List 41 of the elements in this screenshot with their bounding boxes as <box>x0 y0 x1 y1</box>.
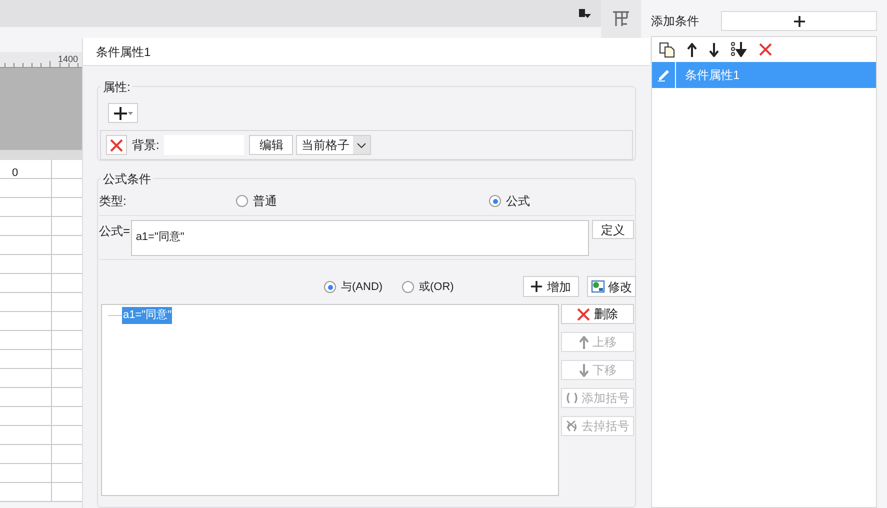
chevron-icon <box>357 142 366 148</box>
remove-parentheses-icon <box>566 420 578 432</box>
copy-icon[interactable] <box>659 42 675 58</box>
layout-icon[interactable] <box>612 11 630 27</box>
edit-button[interactable]: 编辑 <box>249 135 294 155</box>
parentheses-icon <box>566 392 578 404</box>
radio-option[interactable]: 公式 <box>489 192 530 210</box>
action-button[interactable]: 删除 <box>561 304 634 324</box>
close-icon <box>110 138 123 152</box>
dialog-title: 条件属性1 <box>96 44 151 60</box>
plus-icon <box>531 281 542 292</box>
radio-option[interactable]: 普通 <box>236 192 277 210</box>
radio-option[interactable]: 与(AND) <box>324 279 383 296</box>
plus-icon <box>794 16 804 26</box>
arrow-up-icon <box>578 336 588 348</box>
modify-button[interactable]: 修改 <box>587 276 636 297</box>
close-icon <box>577 308 590 320</box>
scope-dropdown[interactable]: 当前格子 <box>296 135 372 155</box>
panel-label: 添加条件 <box>651 13 700 30</box>
arrow-down-icon[interactable] <box>709 42 719 56</box>
formula-field[interactable]: a1="同意" <box>130 220 590 256</box>
field-label: 公式= <box>99 223 131 240</box>
group-legend: 属性: <box>101 78 132 96</box>
move-bottom-icon[interactable] <box>731 42 747 57</box>
radio-option[interactable]: 或(OR) <box>402 279 454 296</box>
caret-icon <box>128 112 132 114</box>
field-label: 背景: <box>132 137 160 154</box>
group-legend: 公式条件 <box>101 170 153 188</box>
define-button[interactable]: 定义 <box>592 220 634 239</box>
add-condition-button[interactable]: 增加 <box>523 276 579 297</box>
add-button[interactable] <box>108 103 138 123</box>
remove-button[interactable] <box>106 135 127 155</box>
close-icon[interactable] <box>759 43 772 56</box>
table-cell: 0 <box>12 167 18 179</box>
ruler-label: 1400 <box>58 53 78 66</box>
plus-icon <box>114 106 126 120</box>
pencil-icon <box>656 68 670 82</box>
arrow-down-icon <box>578 364 588 376</box>
dropdown-icon[interactable] <box>579 8 591 18</box>
arrow-up-icon[interactable] <box>687 42 697 56</box>
field-label: 类型: <box>99 193 126 210</box>
